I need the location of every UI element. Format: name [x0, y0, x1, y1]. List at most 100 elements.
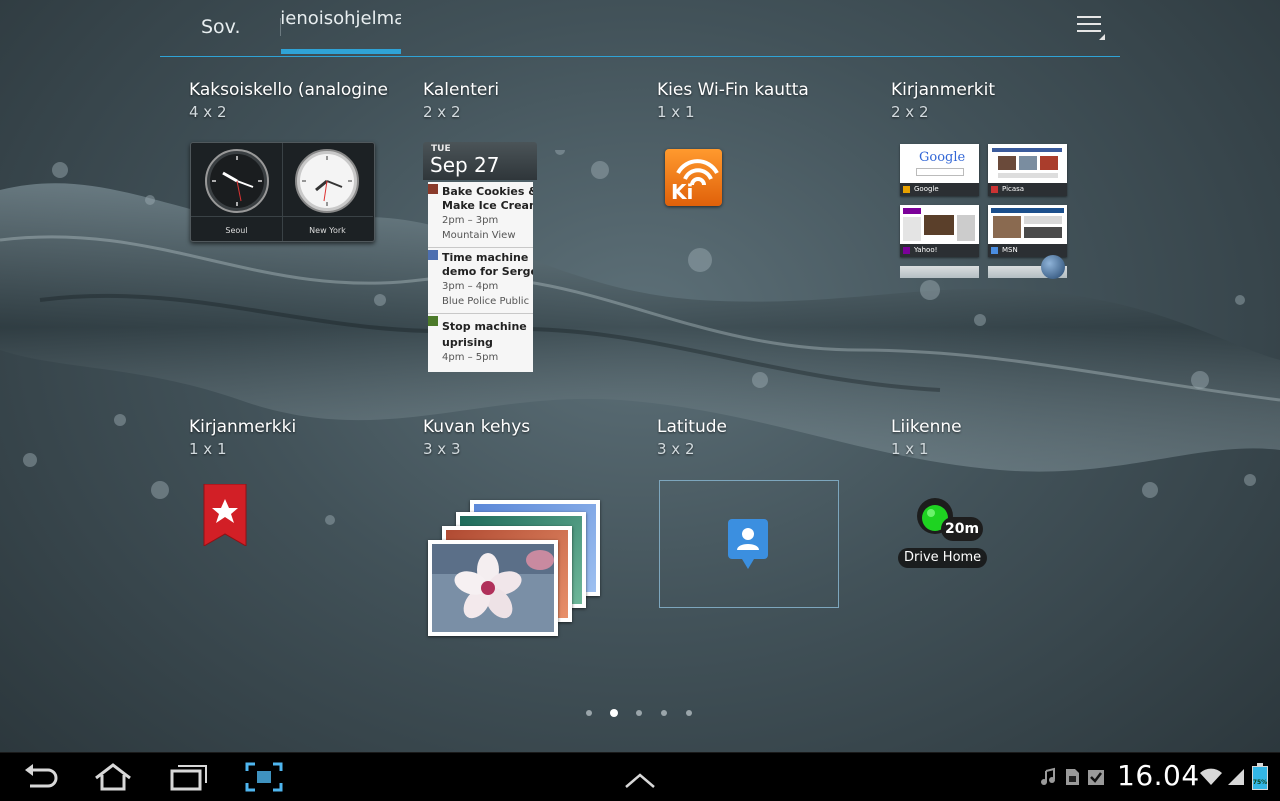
latitude-person-pin-icon	[728, 519, 768, 569]
widget-bookmark[interactable]: Kirjanmerkki 1 x 1	[189, 417, 399, 458]
battery-percent: 75%	[1252, 779, 1268, 786]
page-dot[interactable]	[686, 710, 692, 716]
event-title: Make Ice Cream	[442, 199, 533, 212]
widget-size: 4 x 2	[189, 103, 227, 121]
widget-calendar[interactable]: Kalenteri 2 x 2	[423, 80, 633, 121]
bookmark-thumb-google: Google Google	[900, 144, 979, 196]
picasa-favicon-icon	[991, 186, 998, 193]
calendar-event: Stop machine uprising 4pm – 5pm	[428, 314, 533, 372]
photo-front-flower	[428, 540, 558, 636]
calendar-event: Bake Cookies & Make Ice Cream 2pm – 3pm …	[428, 182, 533, 248]
analog-clock-dark-icon	[205, 149, 269, 213]
active-tab-indicator	[281, 49, 401, 54]
calendar-event-list: Bake Cookies & Make Ice Cream 2pm – 3pm …	[428, 182, 533, 372]
widget-dual-clock[interactable]: Kaksoiskello (analoginen) 4 x 2	[189, 80, 399, 121]
page-dot[interactable]	[586, 710, 592, 716]
screenshot-icon[interactable]	[244, 761, 284, 793]
flower-image	[432, 544, 554, 632]
bookmark-thumb-msn: MSN	[988, 205, 1067, 257]
widget-size: 3 x 2	[657, 440, 695, 458]
battery-icon[interactable]: 75%	[1252, 763, 1268, 791]
yahoo-favicon-icon	[903, 247, 910, 254]
dual-clock-preview[interactable]: Seoul New York	[190, 142, 375, 242]
calendar-preview[interactable]: TUE Sep 27 Bake Cookies & Make Ice Cream…	[423, 142, 537, 374]
tab-bar: Sov. Pienoisohjelmat	[160, 0, 1120, 57]
music-icon[interactable]	[1039, 767, 1059, 787]
widget-name: Kirjanmerkki	[189, 417, 297, 437]
widget-name: Latitude	[657, 417, 727, 437]
google-favicon-icon	[903, 186, 910, 193]
analog-clock-light-icon	[295, 149, 359, 213]
widget-traffic[interactable]: Liikenne 1 x 1	[891, 417, 1101, 458]
event-title: Bake Cookies &	[442, 185, 533, 198]
widget-latitude[interactable]: Latitude 3 x 2	[657, 417, 867, 458]
bookmark-label: Google	[900, 183, 979, 196]
tab-apps[interactable]: Sov.	[201, 0, 281, 54]
msn-favicon-icon	[991, 247, 998, 254]
widget-size: 1 x 1	[891, 440, 929, 458]
task-icon[interactable]	[1086, 767, 1106, 787]
event-title: uprising	[442, 336, 493, 349]
wifi-icon[interactable]	[1199, 767, 1223, 787]
kies-logo-text: Ki	[671, 180, 694, 204]
widget-size: 2 x 2	[891, 103, 929, 121]
event-color-bar	[428, 250, 438, 260]
widget-name: Kalenteri	[423, 80, 500, 100]
widget-size: 1 x 1	[657, 103, 695, 121]
widget-name: Liikenne	[891, 417, 962, 437]
photo-frame-preview[interactable]	[428, 498, 604, 640]
widget-size: 1 x 1	[189, 440, 227, 458]
clock-new-york: New York	[282, 143, 373, 241]
widget-kies-wifi[interactable]: Kies Wi-Fin kautta 1 x 1	[657, 80, 867, 121]
event-color-bar	[428, 316, 438, 326]
traffic-time: 20m	[941, 517, 984, 541]
widget-photo-frame[interactable]: Kuvan kehys 3 x 3	[423, 417, 633, 458]
event-time: 2pm – 3pm	[442, 215, 499, 226]
bookmark-ribbon-icon[interactable]	[202, 484, 248, 546]
event-title: demo for Sergey	[442, 265, 533, 278]
system-bar: 16.04 75%	[0, 752, 1280, 801]
page-indicator	[582, 706, 702, 720]
tab-widgets[interactable]: Pienoisohjelmat	[281, 0, 401, 50]
event-color-bar	[428, 184, 438, 194]
event-time: 3pm – 4pm	[442, 281, 499, 292]
bookmark-thumb-partial	[900, 266, 979, 278]
city-label: Seoul	[225, 226, 248, 235]
home-icon[interactable]	[93, 761, 133, 793]
widget-name: Kies Wi-Fin kautta	[657, 80, 809, 100]
widget-bookmarks[interactable]: Kirjanmerkit 2 x 2	[891, 80, 1101, 121]
calendar-event: Time machine demo for Sergey 3pm – 4pm B…	[428, 248, 533, 314]
widget-size: 3 x 3	[423, 440, 461, 458]
back-icon[interactable]	[20, 761, 60, 793]
city-label: New York	[309, 226, 346, 235]
bookmark-label: Picasa	[988, 183, 1067, 196]
event-place: Blue Police Public	[442, 296, 530, 307]
bookmark-thumb-picasa: Picasa	[988, 144, 1067, 196]
widget-name: Kuvan kehys	[423, 417, 531, 437]
kies-wifi-icon[interactable]: Ki	[665, 149, 722, 206]
recent-apps-icon[interactable]	[168, 761, 208, 793]
page-dot-active[interactable]	[610, 709, 618, 717]
event-title: Time machine	[442, 251, 529, 264]
up-arrow-icon[interactable]	[620, 765, 660, 797]
page-dot[interactable]	[636, 710, 642, 716]
menu-icon[interactable]	[1077, 16, 1105, 40]
traffic-destination-label: Drive Home	[898, 548, 988, 568]
event-title: Stop machine	[442, 320, 527, 333]
globe-icon	[1041, 255, 1065, 279]
sd-card-icon[interactable]	[1062, 767, 1082, 787]
bookmark-thumb-yahoo: Yahoo!	[900, 205, 979, 257]
event-place: Mountain View	[442, 230, 516, 241]
calendar-header: TUE Sep 27	[423, 142, 537, 180]
bookmark-label: Yahoo!	[900, 244, 979, 257]
widget-size: 2 x 2	[423, 103, 461, 121]
widget-name: Kaksoiskello (analoginen)	[189, 80, 389, 100]
google-logo: Google	[919, 150, 966, 165]
widget-name: Kirjanmerkit	[891, 80, 996, 100]
system-clock[interactable]: 16.04	[1117, 759, 1200, 792]
page-dot[interactable]	[661, 710, 667, 716]
latitude-preview[interactable]	[659, 480, 839, 608]
event-time: 4pm – 5pm	[442, 352, 499, 363]
calendar-date: Sep 27	[430, 153, 500, 177]
signal-icon[interactable]	[1226, 767, 1246, 787]
